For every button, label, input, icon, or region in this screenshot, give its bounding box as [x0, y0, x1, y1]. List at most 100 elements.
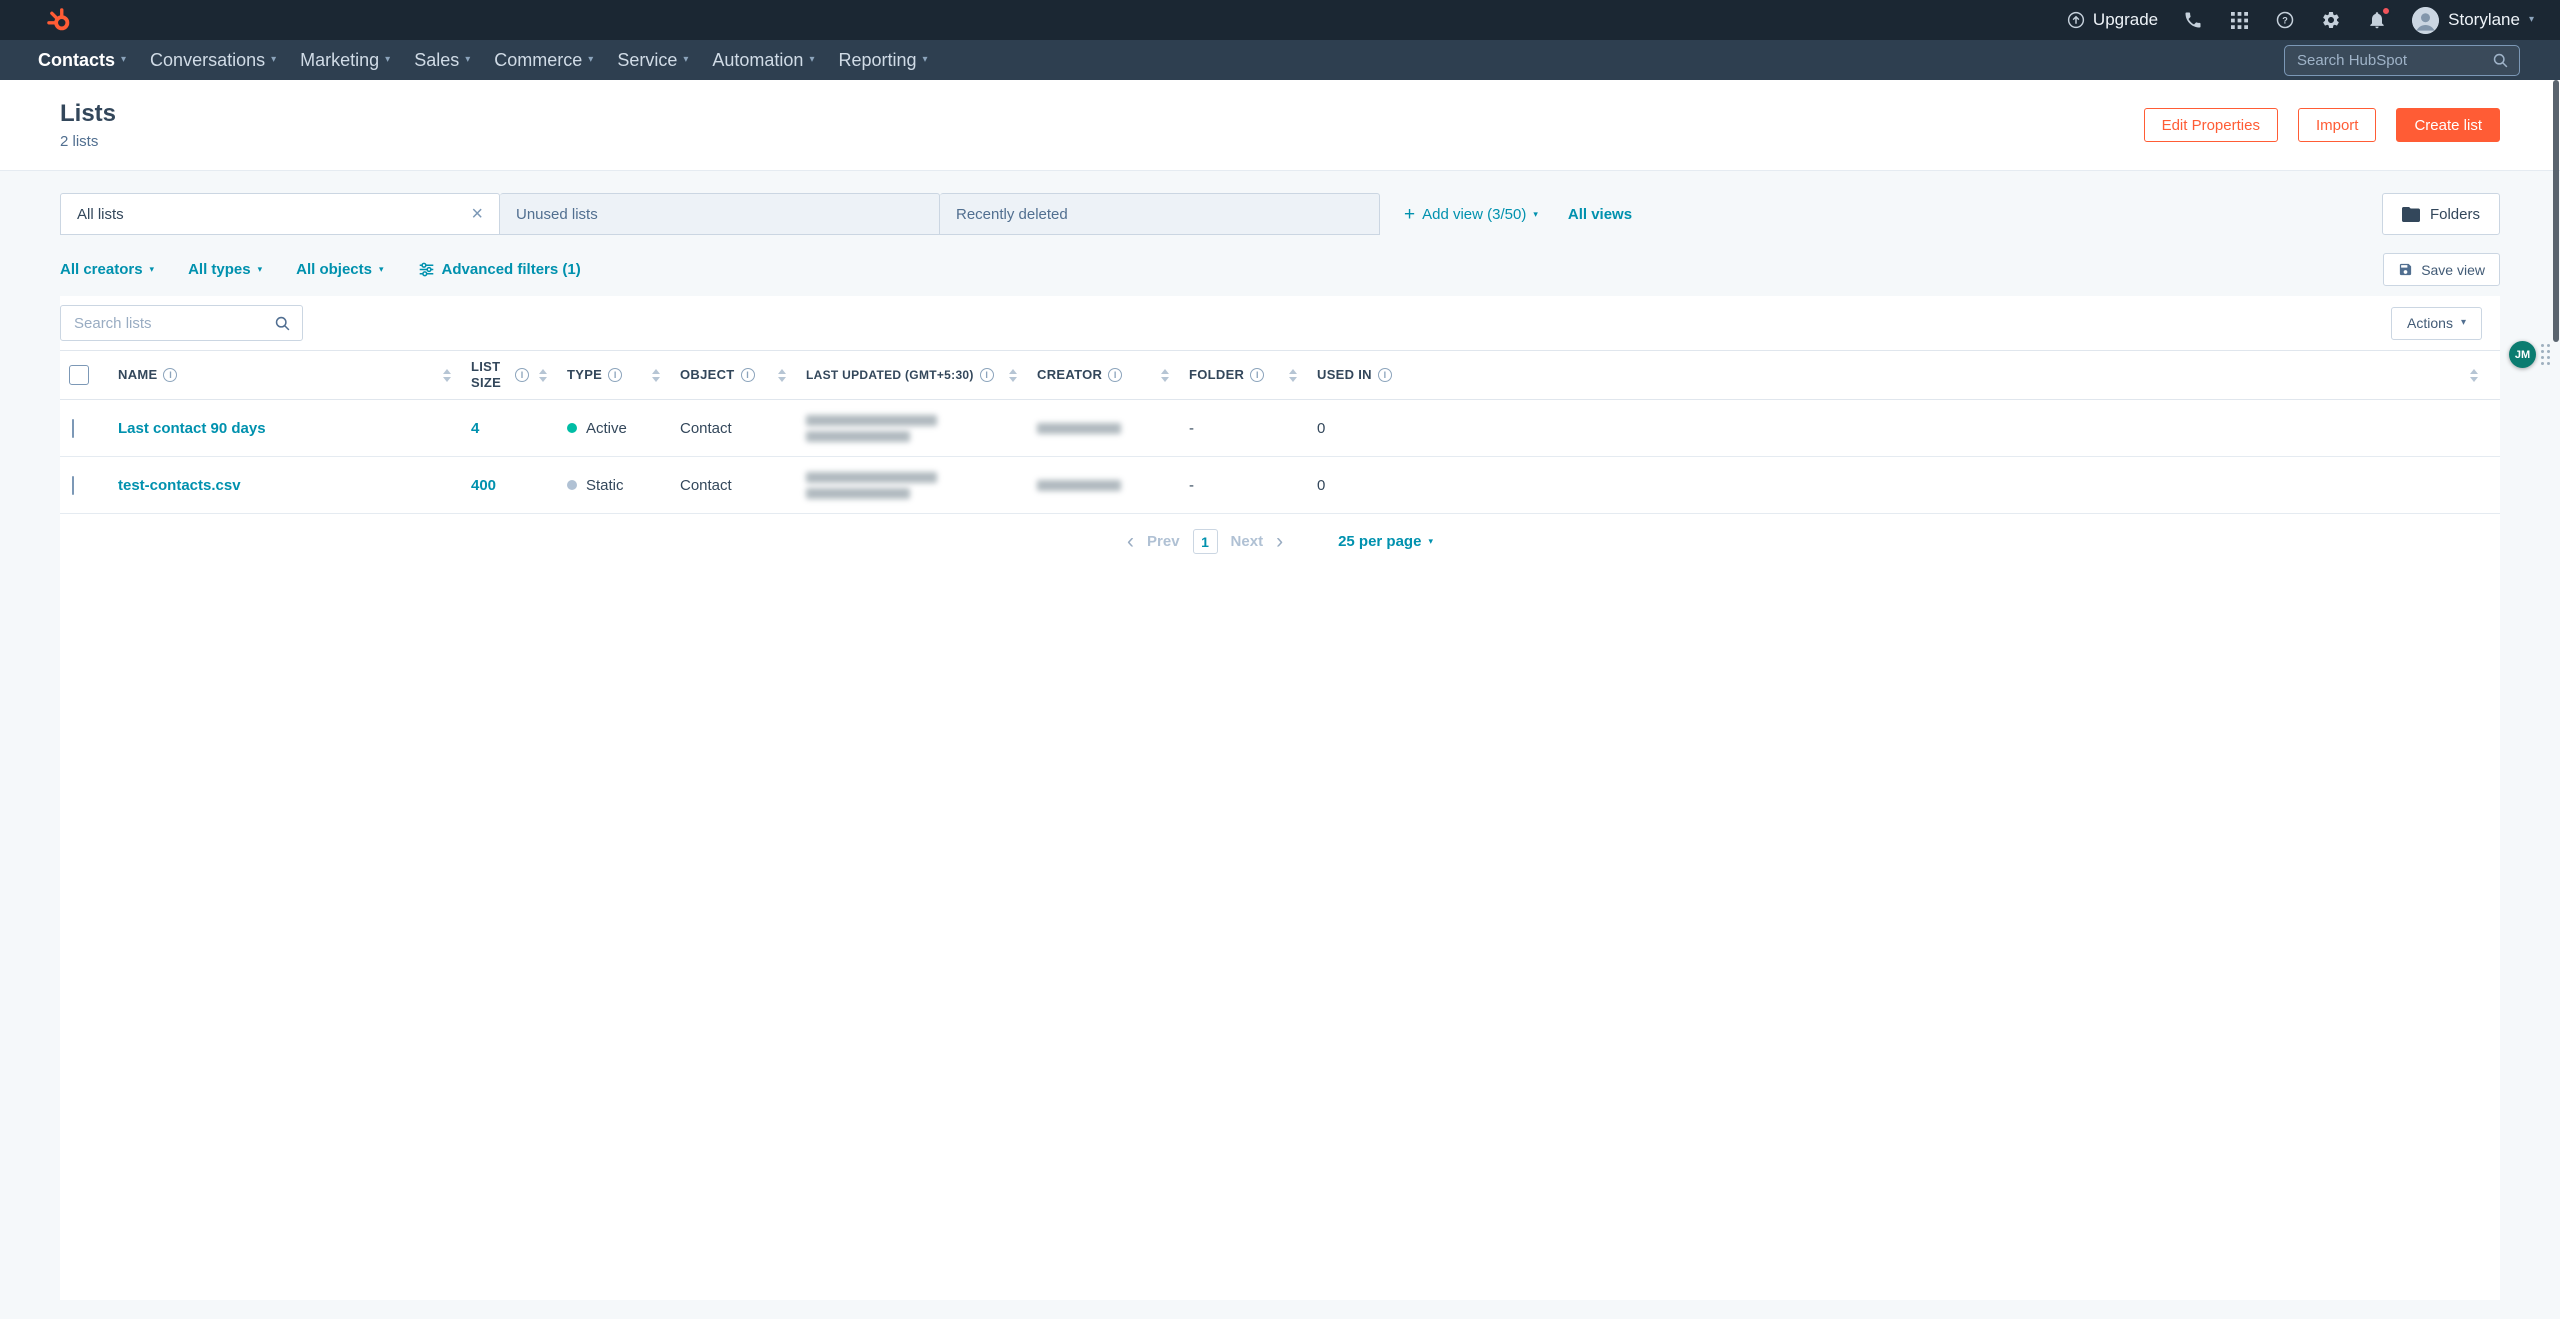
edit-properties-button[interactable]: Edit Properties: [2143, 108, 2278, 142]
chevron-down-icon: [2461, 318, 2466, 328]
page-title: Lists: [60, 100, 117, 127]
hubspot-logo[interactable]: [46, 7, 73, 34]
views-toolbar: All lists Unused lists Recently deleted …: [60, 193, 2500, 235]
sort-icon[interactable]: [1157, 368, 1169, 382]
close-icon[interactable]: [471, 204, 483, 224]
sort-icon[interactable]: [774, 368, 786, 382]
list-size-link[interactable]: 400: [471, 477, 496, 494]
sort-icon[interactable]: [2466, 368, 2478, 382]
sort-icon[interactable]: [1005, 368, 1017, 382]
column-header-creator[interactable]: CREATOR: [1025, 351, 1177, 399]
actions-button[interactable]: Actions: [2391, 306, 2482, 340]
column-header-last-updated[interactable]: LAST UPDATED (GMT+5:30): [794, 351, 1025, 399]
filter-sliders-icon: [418, 261, 435, 278]
folders-button[interactable]: Folders: [2381, 193, 2500, 235]
filter-all-objects[interactable]: All objects: [296, 261, 383, 278]
floating-user-badge[interactable]: JM: [2509, 341, 2536, 368]
notifications-icon[interactable]: [2366, 6, 2392, 31]
column-header-list-size[interactable]: LIST SIZE: [459, 351, 555, 399]
avatar: [2412, 6, 2440, 34]
all-views-link[interactable]: All views: [1568, 206, 1632, 223]
sort-icon[interactable]: [439, 368, 451, 382]
settings-icon[interactable]: [2320, 9, 2342, 31]
chevron-right-icon[interactable]: [1276, 531, 1283, 552]
marketplace-icon[interactable]: [2228, 9, 2250, 31]
info-icon[interactable]: [608, 368, 623, 382]
filter-all-creators[interactable]: All creators: [60, 261, 154, 278]
select-all-checkbox[interactable]: [69, 365, 89, 385]
nav-item-service[interactable]: Service: [605, 40, 700, 80]
chevron-down-icon: [683, 55, 688, 65]
info-icon[interactable]: [1377, 368, 1392, 382]
next-button[interactable]: Next: [1231, 533, 1264, 550]
create-list-button[interactable]: Create list: [2396, 108, 2500, 142]
tab-recently-deleted[interactable]: Recently deleted: [940, 193, 1380, 235]
chevron-down-icon: [150, 265, 155, 274]
nav-item-commerce[interactable]: Commerce: [482, 40, 605, 80]
folder-icon: [2401, 206, 2420, 222]
filter-all-types[interactable]: All types: [188, 261, 262, 278]
account-menu[interactable]: Storylane: [2412, 6, 2534, 34]
row-checkbox[interactable]: [72, 418, 74, 438]
add-view-button[interactable]: Add view (3/50): [1404, 205, 1538, 224]
per-page-dropdown[interactable]: 25 per page: [1338, 533, 1433, 550]
list-size-link[interactable]: 4: [471, 420, 479, 437]
help-icon[interactable]: ?: [2274, 9, 2296, 31]
list-name-link[interactable]: test-contacts.csv: [118, 477, 241, 494]
column-header-used-in[interactable]: USED IN: [1305, 351, 2500, 399]
lists-page-content: All lists Unused lists Recently deleted …: [0, 193, 2560, 1300]
tab-unused-lists[interactable]: Unused lists: [500, 193, 940, 235]
column-header-object[interactable]: OBJECT: [668, 351, 794, 399]
advanced-filters-button[interactable]: Advanced filters (1): [418, 261, 581, 278]
column-header-type[interactable]: TYPE: [555, 351, 668, 399]
info-icon[interactable]: [515, 368, 529, 382]
nav-item-automation[interactable]: Automation: [700, 40, 826, 80]
view-tabs: All lists Unused lists Recently deleted: [60, 193, 1380, 235]
chevron-down-icon: [465, 55, 470, 65]
info-icon[interactable]: [163, 368, 178, 382]
table-row[interactable]: Last contact 90 days 4 Active Contact - …: [60, 400, 2500, 457]
global-search-input[interactable]: [2295, 50, 2484, 70]
info-icon[interactable]: [1108, 368, 1123, 382]
info-icon[interactable]: [1250, 368, 1265, 382]
drag-handle-icon[interactable]: [2541, 344, 2550, 365]
scrollbar-thumb[interactable]: [2553, 80, 2559, 342]
upgrade-button[interactable]: Upgrade: [2067, 10, 2158, 30]
row-checkbox[interactable]: [72, 475, 74, 495]
search-icon[interactable]: [2492, 52, 2509, 69]
chevron-down-icon: [385, 55, 390, 65]
status-dot: [567, 480, 577, 490]
column-header-folder[interactable]: FOLDER: [1177, 351, 1305, 399]
nav-item-conversations[interactable]: Conversations: [138, 40, 288, 80]
chevron-left-icon[interactable]: [1127, 531, 1134, 552]
info-icon[interactable]: [979, 368, 994, 382]
sort-icon[interactable]: [1285, 368, 1297, 382]
search-lists: [60, 305, 303, 341]
type-label: Static: [586, 476, 624, 494]
search-lists-input[interactable]: [72, 313, 266, 333]
status-dot: [567, 423, 577, 433]
nav-item-contacts[interactable]: Contacts: [26, 40, 138, 80]
prev-button[interactable]: Prev: [1147, 533, 1180, 550]
top-utility-bar: Upgrade ? Storylane: [0, 0, 2560, 40]
sort-icon[interactable]: [535, 368, 547, 382]
table-row[interactable]: test-contacts.csv 400 Static Contact - 0: [60, 457, 2500, 514]
chevron-down-icon: [121, 55, 126, 65]
redacted-last-updated: [806, 471, 1017, 499]
nav-item-marketing[interactable]: Marketing: [288, 40, 402, 80]
sort-icon[interactable]: [648, 368, 660, 382]
save-view-button[interactable]: Save view: [2383, 253, 2500, 286]
filters-toolbar: All creators All types All objects Advan…: [60, 253, 2500, 286]
column-header-name[interactable]: NAME: [106, 351, 459, 399]
tab-all-lists[interactable]: All lists: [60, 193, 500, 235]
nav-item-sales[interactable]: Sales: [402, 40, 482, 80]
plus-icon: [1404, 205, 1415, 224]
list-name-link[interactable]: Last contact 90 days: [118, 420, 266, 437]
page-1-button[interactable]: 1: [1192, 529, 1218, 554]
primary-nav: Contacts Conversations Marketing Sales C…: [0, 40, 2560, 80]
info-icon[interactable]: [740, 368, 755, 382]
search-icon[interactable]: [274, 315, 291, 332]
import-button[interactable]: Import: [2297, 108, 2377, 142]
nav-item-reporting[interactable]: Reporting: [826, 40, 939, 80]
phone-icon[interactable]: [2182, 9, 2204, 31]
